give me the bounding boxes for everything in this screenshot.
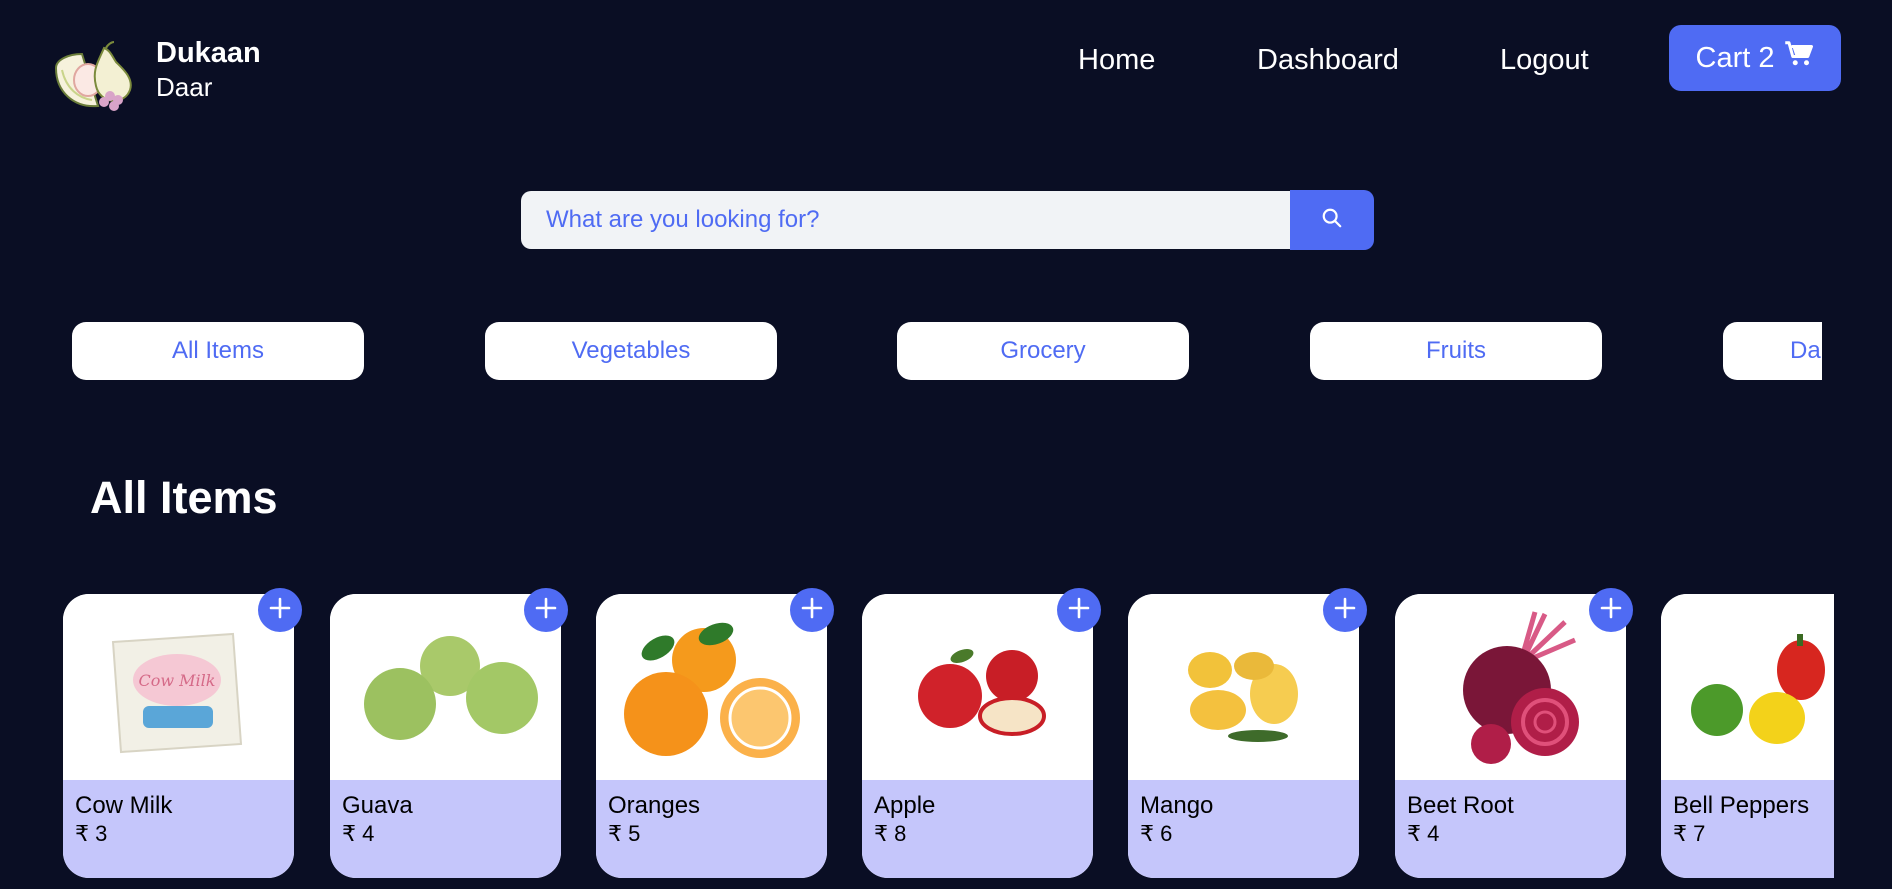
category-pill[interactable]: All Items: [72, 322, 364, 380]
product-image: [330, 594, 561, 780]
product-card[interactable]: Oranges ₹ 5: [596, 594, 827, 878]
product-image: [1661, 594, 1834, 780]
add-to-cart-button[interactable]: [790, 588, 834, 632]
product-image: Cow Milk: [63, 594, 294, 780]
product-info: Oranges ₹ 5: [596, 780, 827, 878]
product-price: ₹ 3: [75, 821, 108, 846]
product-image: [1128, 594, 1359, 780]
product-image: [596, 594, 827, 780]
category-pill[interactable]: Dai: [1723, 322, 1822, 380]
category-pill[interactable]: Fruits: [1310, 322, 1602, 380]
brand: Dukaan Daar: [156, 36, 261, 104]
product-name: Apple: [874, 792, 936, 819]
plus-icon: [534, 596, 558, 625]
product-card[interactable]: Mango ₹ 6: [1128, 594, 1359, 878]
logo[interactable]: [52, 40, 142, 112]
brand-subtitle: Daar: [156, 72, 213, 102]
product-info: Apple ₹ 8: [862, 780, 1093, 878]
nav-logout-link[interactable]: Logout: [1500, 40, 1589, 80]
cart-label: Cart 2: [1695, 41, 1775, 74]
product-name: Beet Root: [1407, 792, 1514, 819]
cart-icon: [1784, 39, 1814, 77]
product-name: Bell Peppers: [1673, 792, 1810, 819]
category-label: Dai: [1790, 337, 1822, 364]
category-pill[interactable]: Vegetables: [485, 322, 777, 380]
product-info: Cow Milk ₹ 3: [63, 780, 294, 878]
product-card[interactable]: Guava ₹ 4: [330, 594, 561, 878]
product-image: [1395, 594, 1626, 780]
cart-button[interactable]: Cart 2: [1669, 25, 1841, 91]
product-price: ₹ 4: [1407, 821, 1440, 846]
product-price: ₹ 7: [1673, 821, 1706, 846]
product-card[interactable]: Apple ₹ 8: [862, 594, 1093, 878]
search-bar: [521, 190, 1374, 250]
plus-icon: [1599, 596, 1623, 625]
product-info: Beet Root ₹ 4: [1395, 780, 1626, 878]
category-pill[interactable]: Grocery: [897, 322, 1189, 380]
add-to-cart-button[interactable]: [1057, 588, 1101, 632]
plus-icon: [268, 596, 292, 625]
product-name: Cow Milk: [75, 792, 173, 819]
add-to-cart-button[interactable]: [1323, 588, 1367, 632]
nav-dashboard-link[interactable]: Dashboard: [1257, 40, 1399, 80]
product-price: ₹ 6: [1140, 821, 1173, 846]
search-icon: [1321, 207, 1343, 234]
nav-home-link[interactable]: Home: [1078, 40, 1155, 80]
product-price: ₹ 4: [342, 821, 375, 846]
product-card[interactable]: Beet Root ₹ 4: [1395, 594, 1626, 878]
section-title: All Items: [90, 472, 278, 523]
brand-title: Dukaan: [156, 37, 261, 69]
category-list: All Items Vegetables Grocery Fruits Dai: [0, 322, 1822, 382]
plus-icon: [1067, 596, 1091, 625]
search-button[interactable]: [1290, 190, 1374, 250]
product-card[interactable]: Bell Peppers ₹ 7: [1661, 594, 1834, 878]
product-name: Guava: [342, 792, 413, 819]
add-to-cart-button[interactable]: [1589, 588, 1633, 632]
product-info: Bell Peppers ₹ 7: [1661, 780, 1834, 878]
search-input[interactable]: [521, 191, 1291, 249]
product-name: Mango: [1140, 792, 1214, 819]
product-info: Mango ₹ 6: [1128, 780, 1359, 878]
plus-icon: [1333, 596, 1357, 625]
add-to-cart-button[interactable]: [258, 588, 302, 632]
svg-text:Cow Milk: Cow Milk: [139, 671, 216, 690]
product-info: Guava ₹ 4: [330, 780, 561, 878]
add-to-cart-button[interactable]: [524, 588, 568, 632]
product-image: [862, 594, 1093, 780]
product-name: Oranges: [608, 792, 701, 819]
product-price: ₹ 5: [608, 821, 641, 846]
product-price: ₹ 8: [874, 821, 907, 846]
product-card[interactable]: Cow Milk Cow Milk ₹ 3: [63, 594, 294, 878]
plus-icon: [800, 596, 824, 625]
